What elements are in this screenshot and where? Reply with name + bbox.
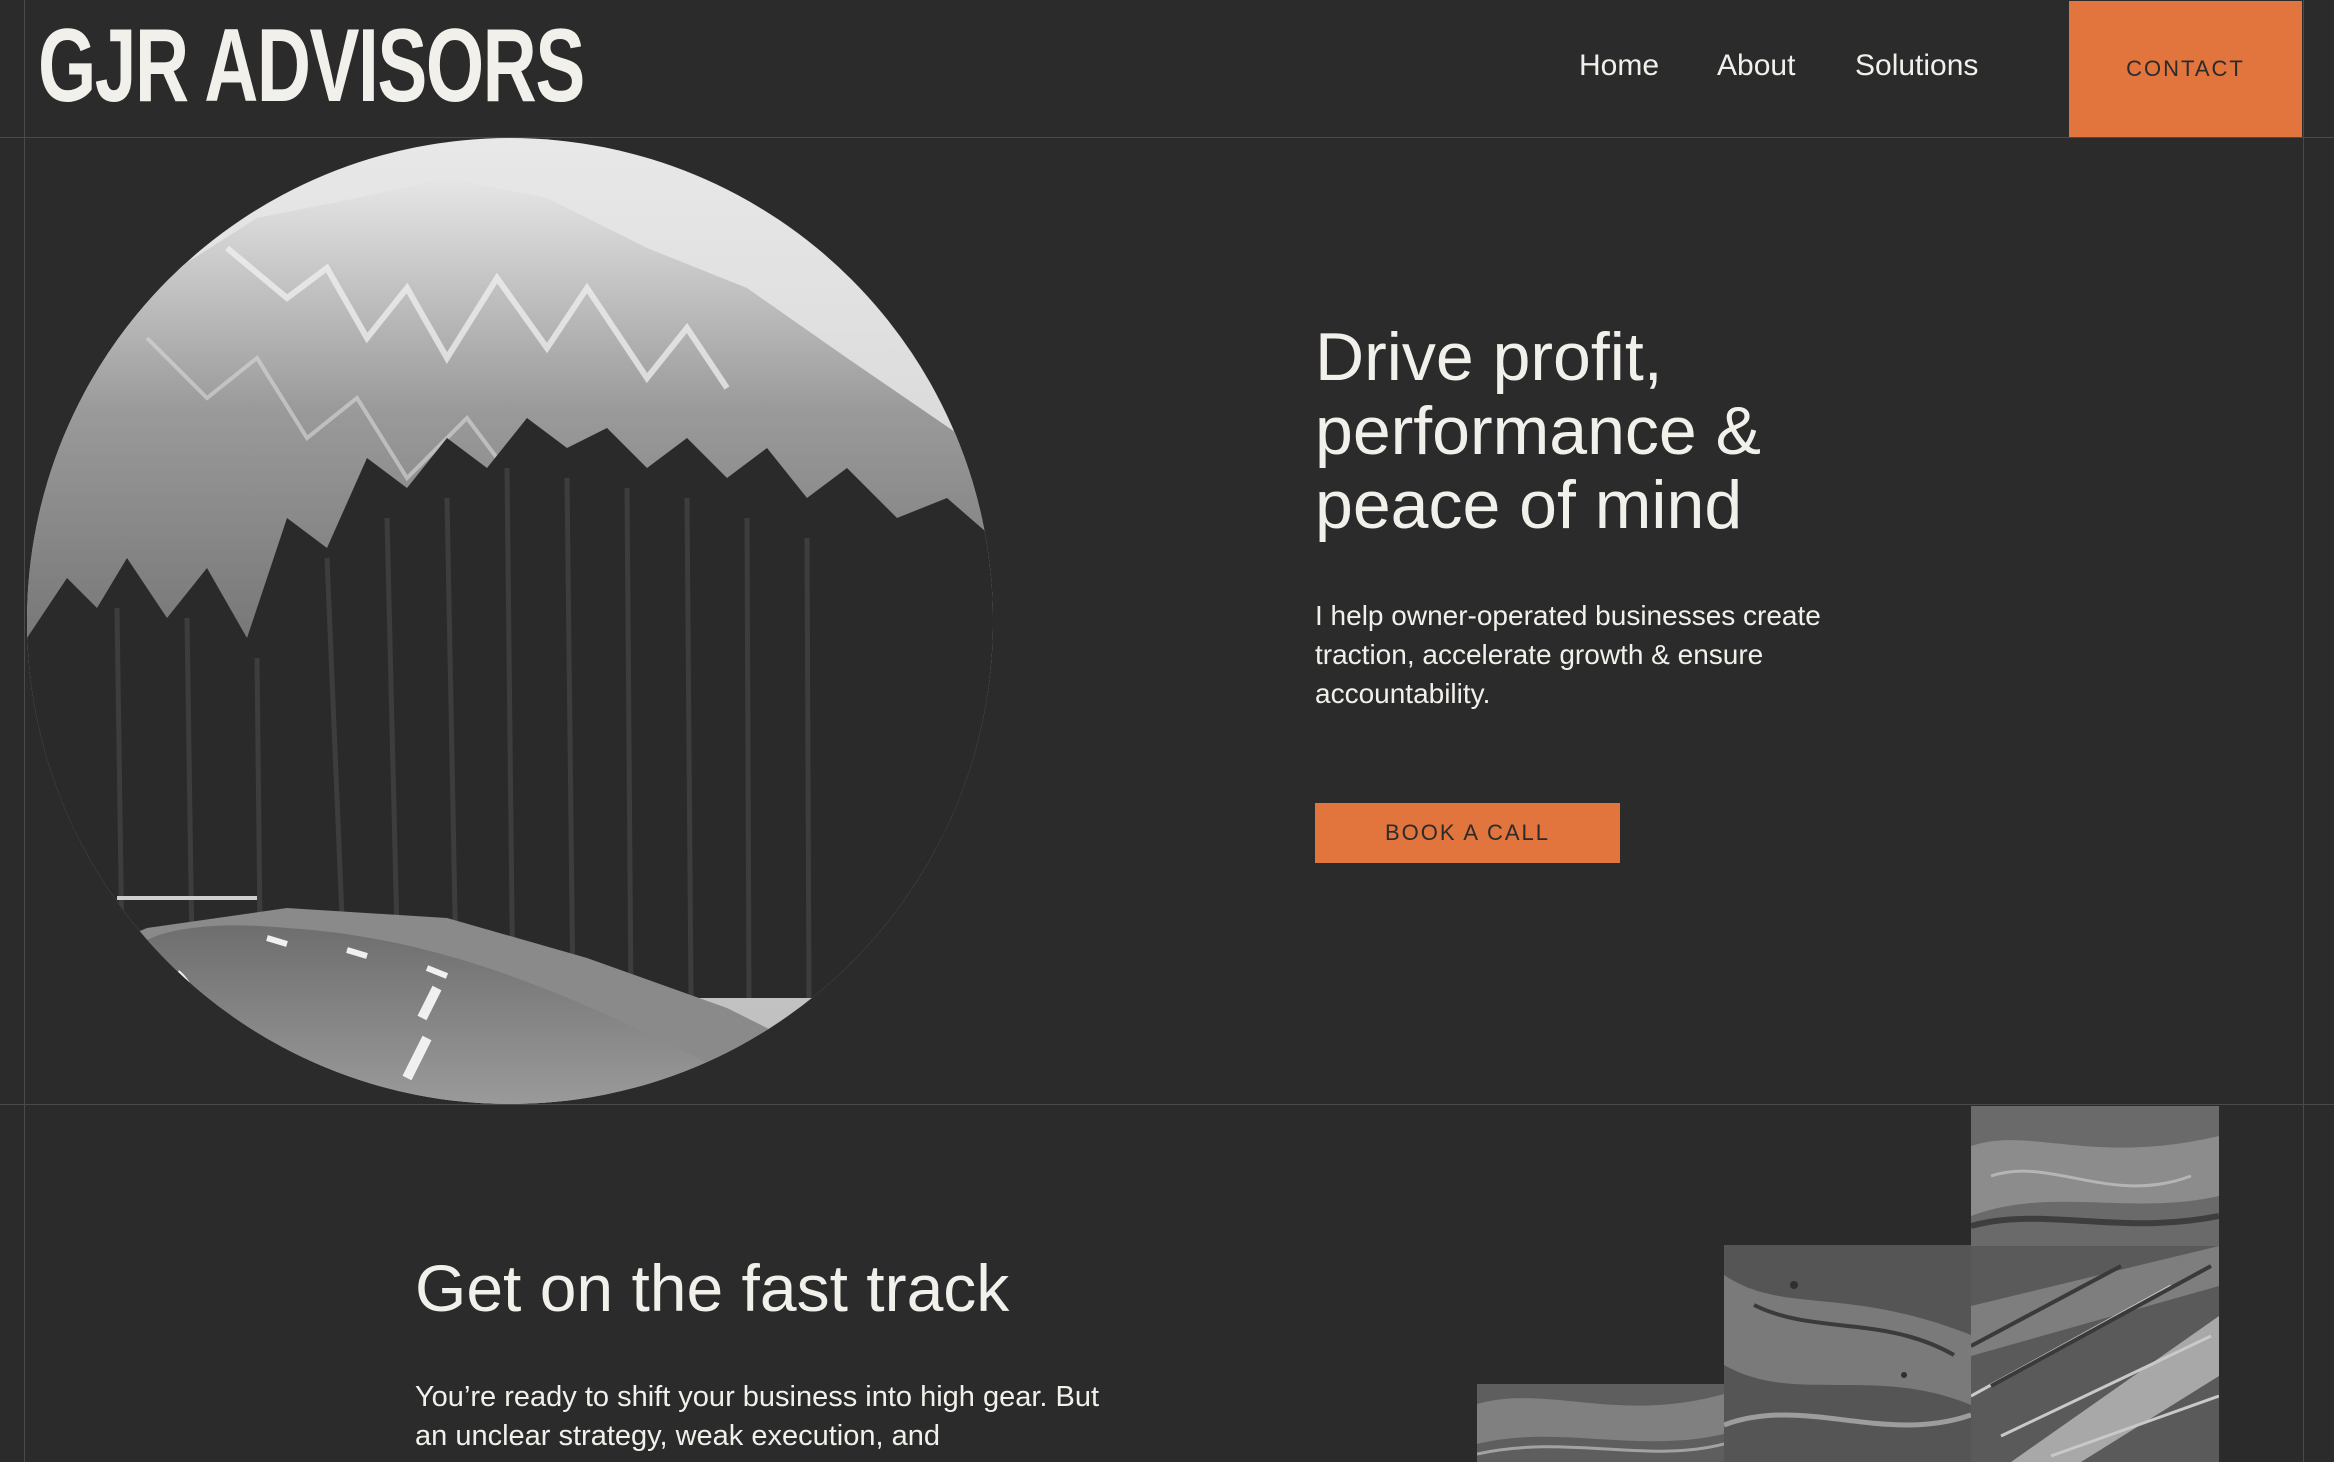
header-divider (0, 137, 2334, 138)
grid-line-left (24, 0, 25, 1462)
rock-texture-image (1971, 1246, 2219, 1462)
hero-title-line: performance & (1315, 393, 1761, 469)
hero-title: Drive profit, performance & peace of min… (1315, 320, 2015, 542)
nav-home[interactable]: Home (1579, 49, 1659, 83)
rock-texture-image (1724, 1245, 1971, 1462)
book-a-call-button[interactable]: BOOK A CALL (1315, 803, 1620, 863)
nav-about[interactable]: About (1717, 49, 1795, 83)
hero-subtitle: I help owner-operated businesses create … (1315, 596, 1895, 713)
logo[interactable]: GJR ADVISORS (38, 14, 585, 118)
hero-subtitle-line: I help owner-operated businesses create (1315, 600, 1821, 631)
nav-solutions[interactable]: Solutions (1855, 49, 1978, 83)
hero-image (27, 138, 993, 1104)
rock-texture-image (1971, 1106, 2219, 1246)
section-divider (0, 1104, 2334, 1105)
hero-subtitle-line: accountability. (1315, 678, 1491, 709)
page: GJR ADVISORS Home About Solutions CONTAC… (0, 0, 2334, 1462)
section-body: You’re ready to shift your business into… (415, 1378, 1145, 1456)
section-title: Get on the fast track (415, 1251, 1010, 1325)
section-body-line: You’re ready to shift your business into… (415, 1381, 1100, 1413)
hero-title-line: Drive profit, (1315, 319, 1663, 395)
hero-subtitle-line: traction, accelerate growth & ensure (1315, 639, 1764, 670)
contact-button[interactable]: CONTACT (2069, 1, 2302, 137)
hero-title-line: peace of mind (1315, 467, 1743, 543)
section-body-line: an unclear strategy, weak execution, and (415, 1420, 941, 1452)
grid-line-right (2303, 0, 2304, 1462)
rock-texture-image (1477, 1384, 1724, 1462)
